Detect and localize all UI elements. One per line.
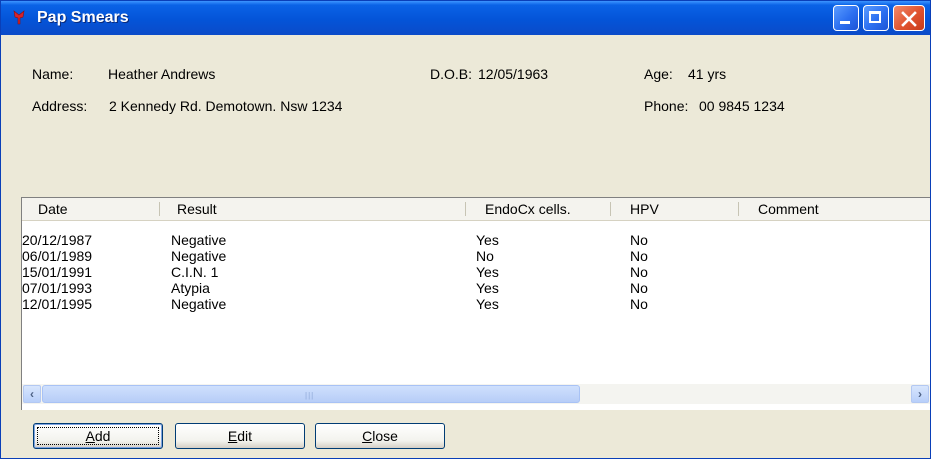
maximize-button[interactable] [863,5,889,31]
close-mnemonic: C [362,428,373,444]
table-row[interactable]: 20/12/1987 Negative Yes No [22,232,930,248]
edit-mnemonic: E [227,428,238,444]
chevron-left-icon: ‹ [30,387,34,401]
cell-hpv: No [630,248,648,264]
pap-smear-list[interactable]: Date Result EndoCx cells. HPV Comment 20… [21,197,930,410]
patient-address: 2 Kennedy Rd. Demotown. Nsw 1234 [109,98,343,114]
column-header-comment[interactable]: Comment [758,201,819,217]
minimize-button[interactable] [833,5,859,31]
table-row[interactable]: 07/01/1993 Atypia Yes No [22,280,930,296]
column-header-date[interactable]: Date [38,201,68,217]
column-header-result[interactable]: Result [177,201,217,217]
dob-label: D.O.B: [430,66,473,82]
cell-result: C.I.N. 1 [171,264,219,280]
close-button[interactable]: Close [315,423,445,449]
cell-endocx: Yes [476,296,499,312]
cell-date: 07/01/1993 [22,280,93,296]
window-title: Pap Smears [37,9,129,26]
cell-endocx: Yes [476,264,499,280]
edit-button[interactable]: Edit [175,423,305,449]
minimize-icon [840,21,850,24]
patient-name: Heather Andrews [108,66,216,82]
cell-result: Negative [171,232,227,248]
chevron-right-icon: › [918,387,922,401]
patient-dob: 12/05/1963 [478,66,549,82]
patient-age: 41 yrs [688,66,727,82]
close-icon [901,11,917,27]
cell-hpv: No [630,232,648,248]
cell-endocx: No [476,248,494,264]
title-bar[interactable]: Pap Smears [1,1,930,35]
cell-endocx: Yes [476,280,499,296]
age-label: Age: [644,66,673,82]
patient-phone: 00 9845 1234 [699,98,785,114]
cell-result: Negative [171,296,227,312]
column-header-hpv[interactable]: HPV [630,201,659,217]
pap-smears-window: Pap Smears Name: Heather Andrews D.O.B: … [0,0,931,459]
cell-date: 12/01/1995 [22,296,93,312]
edit-label: dit [237,428,253,444]
name-label: Name: [32,66,74,82]
cell-hpv: No [630,280,648,296]
column-header-endocx[interactable]: EndoCx cells. [485,201,571,217]
horizontal-scrollbar[interactable]: ‹ ||| › [22,384,930,404]
cell-result: Negative [171,248,227,264]
focus-ring [37,427,159,445]
cell-endocx: Yes [476,232,499,248]
column-divider[interactable] [465,202,466,216]
cell-date: 15/01/1991 [22,264,93,280]
scrollbar-thumb[interactable]: ||| [42,385,580,403]
cell-hpv: No [630,296,648,312]
table-row[interactable]: 15/01/1991 C.I.N. 1 Yes No [22,264,930,280]
close-label: lose [372,428,398,444]
app-red-icon [13,10,25,25]
cell-date: 06/01/1989 [22,248,93,264]
scroll-right-button[interactable]: › [911,385,929,403]
grip-icon: ||| [305,391,315,400]
table-row[interactable]: 06/01/1989 Negative No No [22,248,930,264]
cell-result: Atypia [171,280,210,296]
patient-info-panel: Name: Heather Andrews D.O.B: 12/05/1963 … [1,35,930,197]
close-window-button[interactable] [893,5,925,31]
cell-date: 20/12/1987 [22,232,93,248]
table-row[interactable]: 12/01/1995 Negative Yes No [22,296,930,312]
column-divider[interactable] [738,202,739,216]
cell-hpv: No [630,264,648,280]
phone-label: Phone: [644,98,689,114]
maximize-icon [869,11,881,23]
list-header: Date Result EndoCx cells. HPV Comment [22,198,930,221]
scroll-left-button[interactable]: ‹ [23,385,41,403]
column-divider[interactable] [159,202,160,216]
address-label: Address: [32,98,88,114]
add-button[interactable]: Add [33,423,163,449]
column-divider[interactable] [610,202,611,216]
